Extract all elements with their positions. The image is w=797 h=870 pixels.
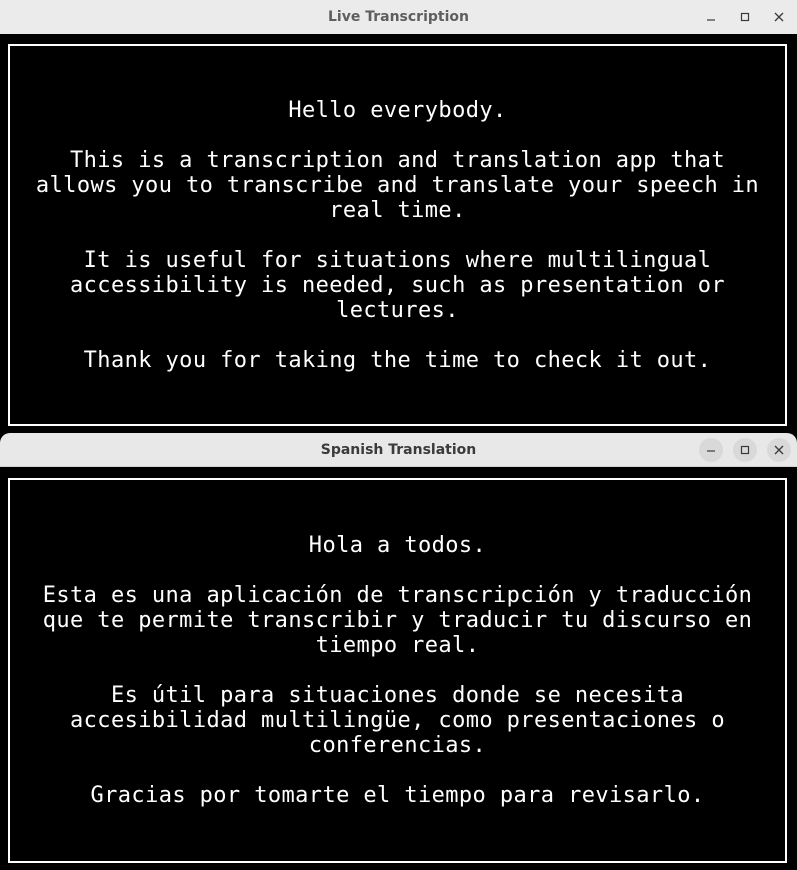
maximize-button[interactable]: [733, 438, 757, 462]
spanish-translation-window: Spanish Translation Hola a todos. Esta e…: [0, 433, 797, 870]
title-bar[interactable]: Live Transcription: [0, 0, 797, 34]
minimize-button[interactable]: [699, 5, 723, 29]
close-button[interactable]: [767, 438, 791, 462]
translation-paragraph-greeting: Hola a todos.: [308, 533, 487, 558]
minimize-icon: [707, 19, 715, 21]
transcription-text-area: Hello everybody. This is a transcription…: [8, 44, 787, 426]
window-title: Spanish Translation: [320, 441, 477, 458]
close-icon: [774, 12, 784, 22]
title-bar[interactable]: Spanish Translation: [0, 433, 797, 467]
translation-paragraph-intro: Esta es una aplicación de transcripción …: [42, 583, 753, 658]
window-controls: [699, 433, 791, 467]
translation-text-area: Hola a todos. Esta es una aplicación de …: [8, 478, 787, 863]
window-controls: [699, 0, 791, 34]
maximize-icon: [740, 445, 750, 455]
live-transcription-window: Live Transcription Hello everybody. This…: [0, 0, 797, 433]
minimize-icon: [707, 450, 715, 452]
transcription-paragraph-greeting: Hello everybody.: [288, 97, 507, 123]
transcription-paragraph-usefulness: It is useful for situations where multil…: [70, 247, 725, 323]
minimize-button[interactable]: [699, 438, 723, 462]
translation-paragraph-usefulness: Es útil para situaciones donde se necesi…: [70, 683, 725, 758]
close-icon: [774, 445, 784, 455]
maximize-button[interactable]: [733, 5, 757, 29]
maximize-icon: [740, 12, 750, 22]
translation-paragraph-thanks: Gracias por tomarte el tiempo para revis…: [90, 783, 705, 808]
close-button[interactable]: [767, 5, 791, 29]
transcription-paragraph-intro: This is a transcription and translation …: [35, 147, 760, 223]
transcription-paragraph-thanks: Thank you for taking the time to check i…: [83, 347, 712, 373]
window-title: Live Transcription: [328, 9, 469, 25]
